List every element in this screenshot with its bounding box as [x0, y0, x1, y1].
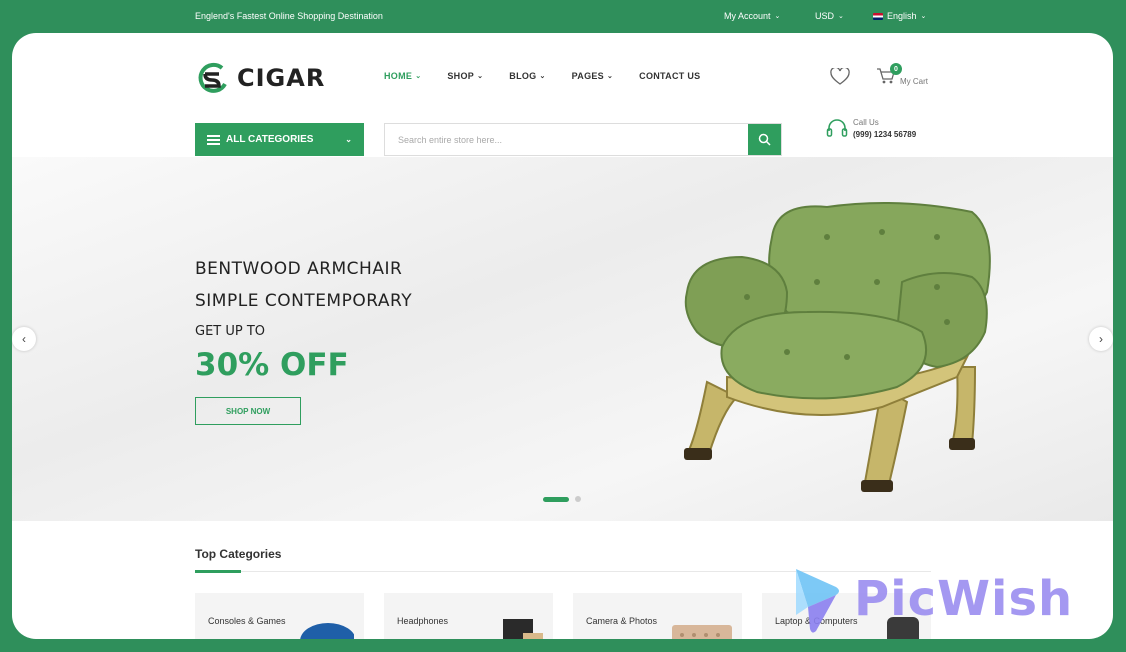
armchair-image: [684, 202, 991, 492]
tagline: Englend's Fastest Online Shopping Destin…: [195, 11, 383, 21]
category-label: Consoles & Games: [208, 616, 286, 626]
cart-label[interactable]: My Cart: [900, 77, 928, 86]
slider-prev-button[interactable]: ‹: [12, 327, 36, 351]
picwish-logo-icon: [796, 569, 839, 633]
nav-label: PAGES: [571, 71, 604, 81]
chevron-right-icon: ›: [1099, 332, 1103, 346]
call-us: Call Us (999) 1234 56789: [825, 117, 916, 141]
search-input[interactable]: [385, 124, 748, 155]
category-label: Headphones: [397, 616, 449, 626]
slider-dot[interactable]: [575, 496, 581, 502]
all-categories-label: ALL CATEGORIES: [226, 134, 314, 145]
hero-title-line-1: BENTWOOD ARMCHAIR: [195, 259, 403, 279]
language-label: English: [887, 11, 917, 21]
nav-shop[interactable]: SHOP ⌄: [447, 71, 483, 81]
wishlist-heart-icon[interactable]: [830, 66, 850, 91]
logo-text: CIGAR: [237, 64, 326, 92]
search-icon: [758, 133, 771, 146]
chevron-down-icon: ⌄: [539, 73, 546, 80]
chevron-down-icon: ⌄: [920, 13, 927, 20]
cart-count-badge: 0: [890, 63, 902, 75]
logo-icon: [198, 62, 227, 93]
nav-home[interactable]: HOME ⌄: [384, 71, 421, 81]
gamepad-image: [300, 623, 354, 639]
page-frame: CIGAR HOME ⌄ SHOP ⌄ BLOG ⌄ PAGES ⌄ CONTACT U…: [12, 33, 1113, 639]
main-nav: HOME ⌄ SHOP ⌄ BLOG ⌄ PAGES ⌄ CONTACT US: [384, 71, 701, 81]
chevron-left-icon: ‹: [22, 332, 26, 346]
nav-label: SHOP: [447, 71, 475, 81]
nav-contact-us[interactable]: CONTACT US: [639, 71, 700, 81]
hero-subtitle: GET UP TO: [195, 324, 266, 339]
currency-label: USD: [815, 11, 835, 21]
hero-title-line-2: SIMPLE CONTEMPORARY: [195, 291, 413, 311]
currency-dropdown[interactable]: USD ⌄: [815, 11, 844, 21]
phone-number[interactable]: (999) 1234 56789: [853, 129, 916, 141]
chevron-down-icon: ⌄: [838, 13, 844, 20]
call-us-label: Call Us: [853, 118, 879, 127]
slider-dot-active[interactable]: [543, 496, 569, 502]
language-dropdown[interactable]: English ⌄: [873, 11, 926, 21]
slider-next-button[interactable]: ›: [1089, 327, 1113, 351]
search-bar: [384, 123, 782, 156]
chevron-down-icon: ⌄: [774, 13, 781, 20]
all-categories-button[interactable]: ALL CATEGORIES ⌄: [195, 123, 364, 156]
nav-label: CONTACT US: [639, 71, 701, 81]
picwish-watermark: PicWish: [790, 565, 1073, 633]
menu-icon: [207, 134, 220, 145]
shop-now-button[interactable]: SHOP NOW: [195, 397, 301, 425]
hero-slider: ‹ › BENTWOOD ARMCHAIR SIMPLE CONTEMPORAR…: [12, 157, 1113, 521]
my-account-dropdown[interactable]: My Account ⌄: [724, 11, 780, 21]
chevron-down-icon: ⌄: [345, 135, 352, 144]
category-card-consoles[interactable]: Consoles & Games: [195, 593, 364, 639]
title-underline: [195, 570, 241, 573]
search-button[interactable]: [748, 124, 781, 155]
logo[interactable]: CIGAR: [195, 60, 325, 96]
category-label: Camera & Photos: [586, 616, 658, 626]
nav-blog[interactable]: BLOG ⌄: [509, 71, 545, 81]
nav-pages[interactable]: PAGES ⌄: [572, 71, 614, 81]
my-account-label: My Account: [724, 11, 771, 21]
top-bar: Englend's Fastest Online Shopping Destin…: [0, 0, 1126, 32]
top-categories-title: Top Categories: [195, 547, 282, 561]
watermark-text: PicWish: [854, 571, 1074, 627]
nav-label: HOME: [384, 71, 413, 81]
chevron-down-icon: ⌄: [477, 73, 484, 80]
uk-flag-icon: [873, 12, 883, 20]
category-card-headphones[interactable]: Headphones: [384, 593, 553, 639]
headphones-image: [503, 619, 543, 639]
camera-image: [672, 625, 732, 639]
category-card-camera[interactable]: Camera & Photos: [573, 593, 742, 639]
nav-label: BLOG: [509, 71, 537, 81]
chevron-down-icon: ⌄: [606, 73, 614, 80]
hero-discount: 30% OFF: [195, 347, 349, 383]
headset-icon: [826, 119, 848, 137]
chevron-down-icon: ⌄: [415, 73, 422, 80]
slider-dots: [543, 496, 581, 502]
